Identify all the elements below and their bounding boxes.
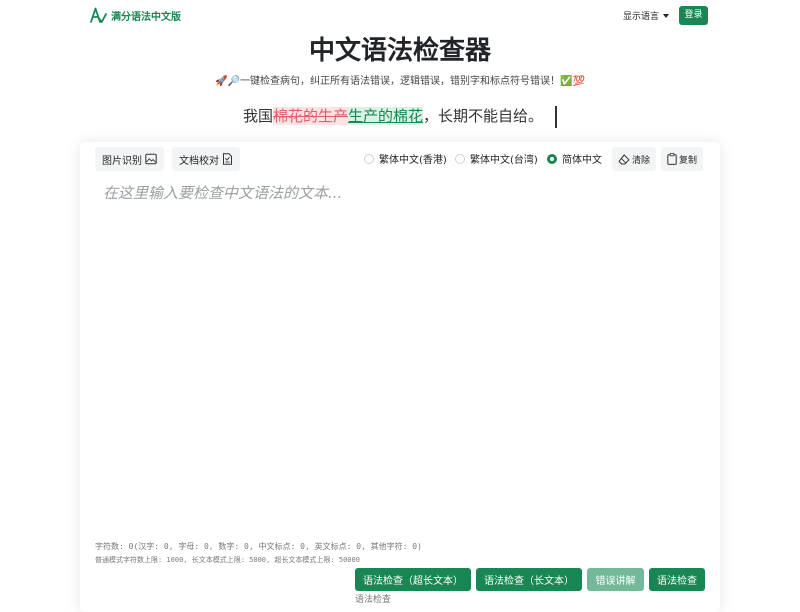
page-title: 中文语法检查器: [308, 36, 491, 66]
navbar: 满分语法中文版 显示语言 登录: [0, 0, 800, 30]
subtitle-text: 一键检查病句，纠正所有语法错误，逻辑错误，错别字和标点符号错误！: [240, 76, 560, 87]
radio-traditional-hk[interactable]: 繁体中文(香港): [364, 151, 447, 166]
caret-down-icon: [663, 13, 670, 18]
check-long-button[interactable]: 语法检查（长文本）: [476, 568, 582, 591]
radio-label-tw: 繁体中文(台湾): [470, 155, 538, 166]
grammar-text-input[interactable]: [95, 176, 705, 531]
doc-check-button[interactable]: 文档校对: [172, 147, 240, 171]
radio-label-simplified: 简体中文: [562, 155, 602, 166]
editor-card: 图片识别 文档校对 繁体中文(香港) 繁体中文(台湾) 简体中文 清除 复制 在…: [80, 142, 720, 612]
radio-simplified[interactable]: 简体中文: [547, 151, 602, 166]
clipboard-icon: [667, 153, 677, 165]
footer-caption: 语法检查: [355, 595, 392, 605]
language-dropdown[interactable]: 显示语言: [623, 9, 670, 22]
demo-suffix: ，长期不能自给。: [423, 107, 544, 125]
copy-button[interactable]: 复制: [661, 147, 704, 171]
login-button[interactable]: 登录: [679, 6, 708, 25]
doc-check-label: 文档校对: [179, 155, 219, 167]
explain-errors-button[interactable]: 错误讲解: [587, 568, 644, 591]
check-ultra-long-button[interactable]: 语法检查（超长文本）: [355, 568, 471, 591]
radio-circle-tw: [455, 153, 465, 164]
demo-sentence: 我国棉花的生产生产的棉花，长期不能自给。: [0, 104, 800, 128]
grammar-check-button[interactable]: 语法检查: [649, 568, 705, 591]
language-dropdown-label: 显示语言: [623, 12, 660, 22]
image-ocr-button[interactable]: 图片识别: [95, 147, 164, 171]
brand-logo-icon: [90, 7, 107, 23]
eraser-icon: [618, 154, 630, 164]
clear-button[interactable]: 清除: [612, 147, 657, 171]
demo-correct-text: 生产的棉花: [348, 107, 424, 125]
rocket-search-icons: 🚀🔎: [215, 76, 240, 87]
copy-label: 复制: [679, 155, 698, 166]
brand-link[interactable]: 满分语法中文版: [89, 6, 181, 24]
typing-cursor: [555, 105, 558, 128]
clear-label: 清除: [632, 155, 651, 166]
image-ocr-label: 图片识别: [102, 155, 142, 167]
brand-name: 满分语法中文版: [111, 11, 181, 23]
image-icon: [145, 153, 157, 165]
radio-circle-hk: [364, 153, 374, 164]
radio-circle-simplified: [547, 153, 557, 164]
document-icon: [223, 153, 232, 165]
subtitle: 🚀🔎一键检查病句，纠正所有语法错误，逻辑错误，错别字和标点符号错误！✅💯: [0, 75, 800, 89]
demo-wrong-text: 棉花的生产: [272, 107, 348, 125]
character-limits: 普通模式字符数上限: 1000, 长文本模式上限: 5000, 超长文本模式上限…: [95, 556, 360, 564]
character-count: 字符数: 0(汉字: 0, 字母: 0, 数字: 0, 中文标点: 0, 英文标…: [95, 542, 422, 551]
radio-label-hk: 繁体中文(香港): [379, 155, 447, 166]
hundred-points-icon: 💯: [572, 76, 585, 87]
check-mark-icon: ✅: [560, 76, 573, 87]
radio-traditional-tw[interactable]: 繁体中文(台湾): [455, 151, 538, 166]
demo-prefix: 我国: [242, 107, 273, 125]
